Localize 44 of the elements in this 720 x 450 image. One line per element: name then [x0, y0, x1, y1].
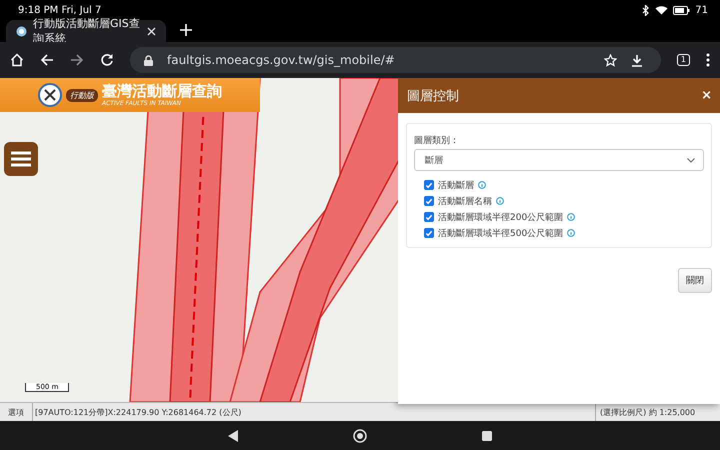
- category-select[interactable]: 斷層: [414, 149, 704, 171]
- layer-label: 活動斷層環域半徑500公尺範圍: [438, 228, 564, 240]
- info-icon[interactable]: [567, 229, 576, 237]
- layer-checkbox[interactable]: [424, 196, 434, 206]
- battery-level: 71: [695, 4, 708, 16]
- back-icon[interactable]: [40, 53, 54, 67]
- close-button[interactable]: 關閉: [678, 268, 712, 293]
- coordinates-text: [97AUTO:121分帶]X:224179.90 Y:2681464.72 (公尺): [34, 406, 242, 418]
- layer-checkbox[interactable]: [424, 228, 434, 238]
- recents-icon[interactable]: [482, 430, 492, 440]
- layer-label: 活動斷層環域半徑200公尺範圍: [438, 212, 564, 224]
- close-button[interactable]: ×: [701, 88, 712, 103]
- back-icon[interactable]: [228, 430, 238, 442]
- bluetooth-icon: [642, 4, 650, 16]
- download-icon[interactable]: [630, 54, 643, 66]
- info-icon[interactable]: [478, 181, 486, 189]
- chevron-icon: [687, 158, 695, 162]
- menu-icon[interactable]: [706, 53, 710, 67]
- forward-icon[interactable]: [70, 53, 84, 67]
- wifi-icon: [655, 5, 668, 15]
- info-icon[interactable]: [567, 213, 576, 221]
- lock-icon: [144, 54, 153, 66]
- site-title: 臺灣活動斷層查詢: [102, 83, 222, 100]
- emblem-icon: [38, 83, 62, 107]
- layer-label: 活動斷層名稱: [438, 196, 492, 208]
- menu-icon: [11, 151, 31, 167]
- panel-title: 圖層控制: [407, 88, 459, 104]
- close-icon[interactable]: [147, 26, 156, 36]
- battery-icon: [673, 6, 690, 14]
- reload-icon[interactable]: [100, 53, 114, 67]
- category-label: 圖層類別：: [414, 134, 460, 147]
- menu-button[interactable]: [4, 142, 38, 176]
- layer-label: 活動斷層: [438, 180, 474, 192]
- home-icon[interactable]: [352, 428, 367, 442]
- layer-checkbox[interactable]: [424, 212, 434, 222]
- tab-count[interactable]: 1: [676, 54, 690, 66]
- site-icon: [16, 26, 27, 36]
- address-bar[interactable]: faultgis.moeacgs.gov.tw/gis_mobile/#: [130, 47, 661, 73]
- star-icon[interactable]: [604, 54, 617, 66]
- info-icon[interactable]: [496, 197, 504, 205]
- mobile-badge: 行動版: [66, 88, 98, 102]
- clock: 9:18 PM Fri, Jul 7: [18, 4, 102, 16]
- new-tab-icon[interactable]: [180, 24, 192, 36]
- layer-checkbox[interactable]: [424, 180, 434, 190]
